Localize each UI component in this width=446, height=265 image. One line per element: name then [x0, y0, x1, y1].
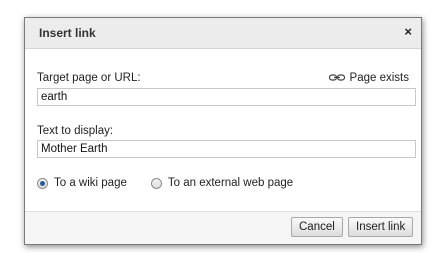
external-page-radio[interactable] — [150, 177, 162, 189]
page-exists-text: Page exists — [349, 72, 409, 84]
wiki-page-label: To a wiki page — [54, 177, 127, 189]
target-label: Target page or URL: — [37, 72, 141, 84]
link-chain-icon — [328, 74, 345, 81]
dialog-footer: Cancel Insert link — [25, 211, 421, 244]
external-page-option[interactable]: To an external web page — [150, 177, 294, 189]
external-page-label: To an external web page — [167, 177, 294, 189]
insert-link-dialog: Insert link × Target page or URL: Page e… — [24, 17, 422, 245]
insert-link-button[interactable]: Insert link — [348, 217, 414, 237]
link-type-group: To a wiki page To an external web page — [37, 177, 317, 189]
dialog-titlebar: Insert link × — [25, 18, 421, 49]
display-text-label: Text to display: — [37, 125, 114, 137]
wiki-page-option[interactable]: To a wiki page — [37, 177, 127, 189]
wiki-page-radio[interactable] — [37, 177, 48, 189]
dialog-title: Insert link — [39, 26, 96, 40]
target-url-input[interactable] — [37, 88, 416, 106]
cancel-button[interactable]: Cancel — [291, 217, 343, 237]
close-button[interactable]: × — [404, 24, 412, 40]
page-exists-status: Page exists — [328, 72, 409, 84]
display-text-input[interactable] — [37, 140, 416, 158]
